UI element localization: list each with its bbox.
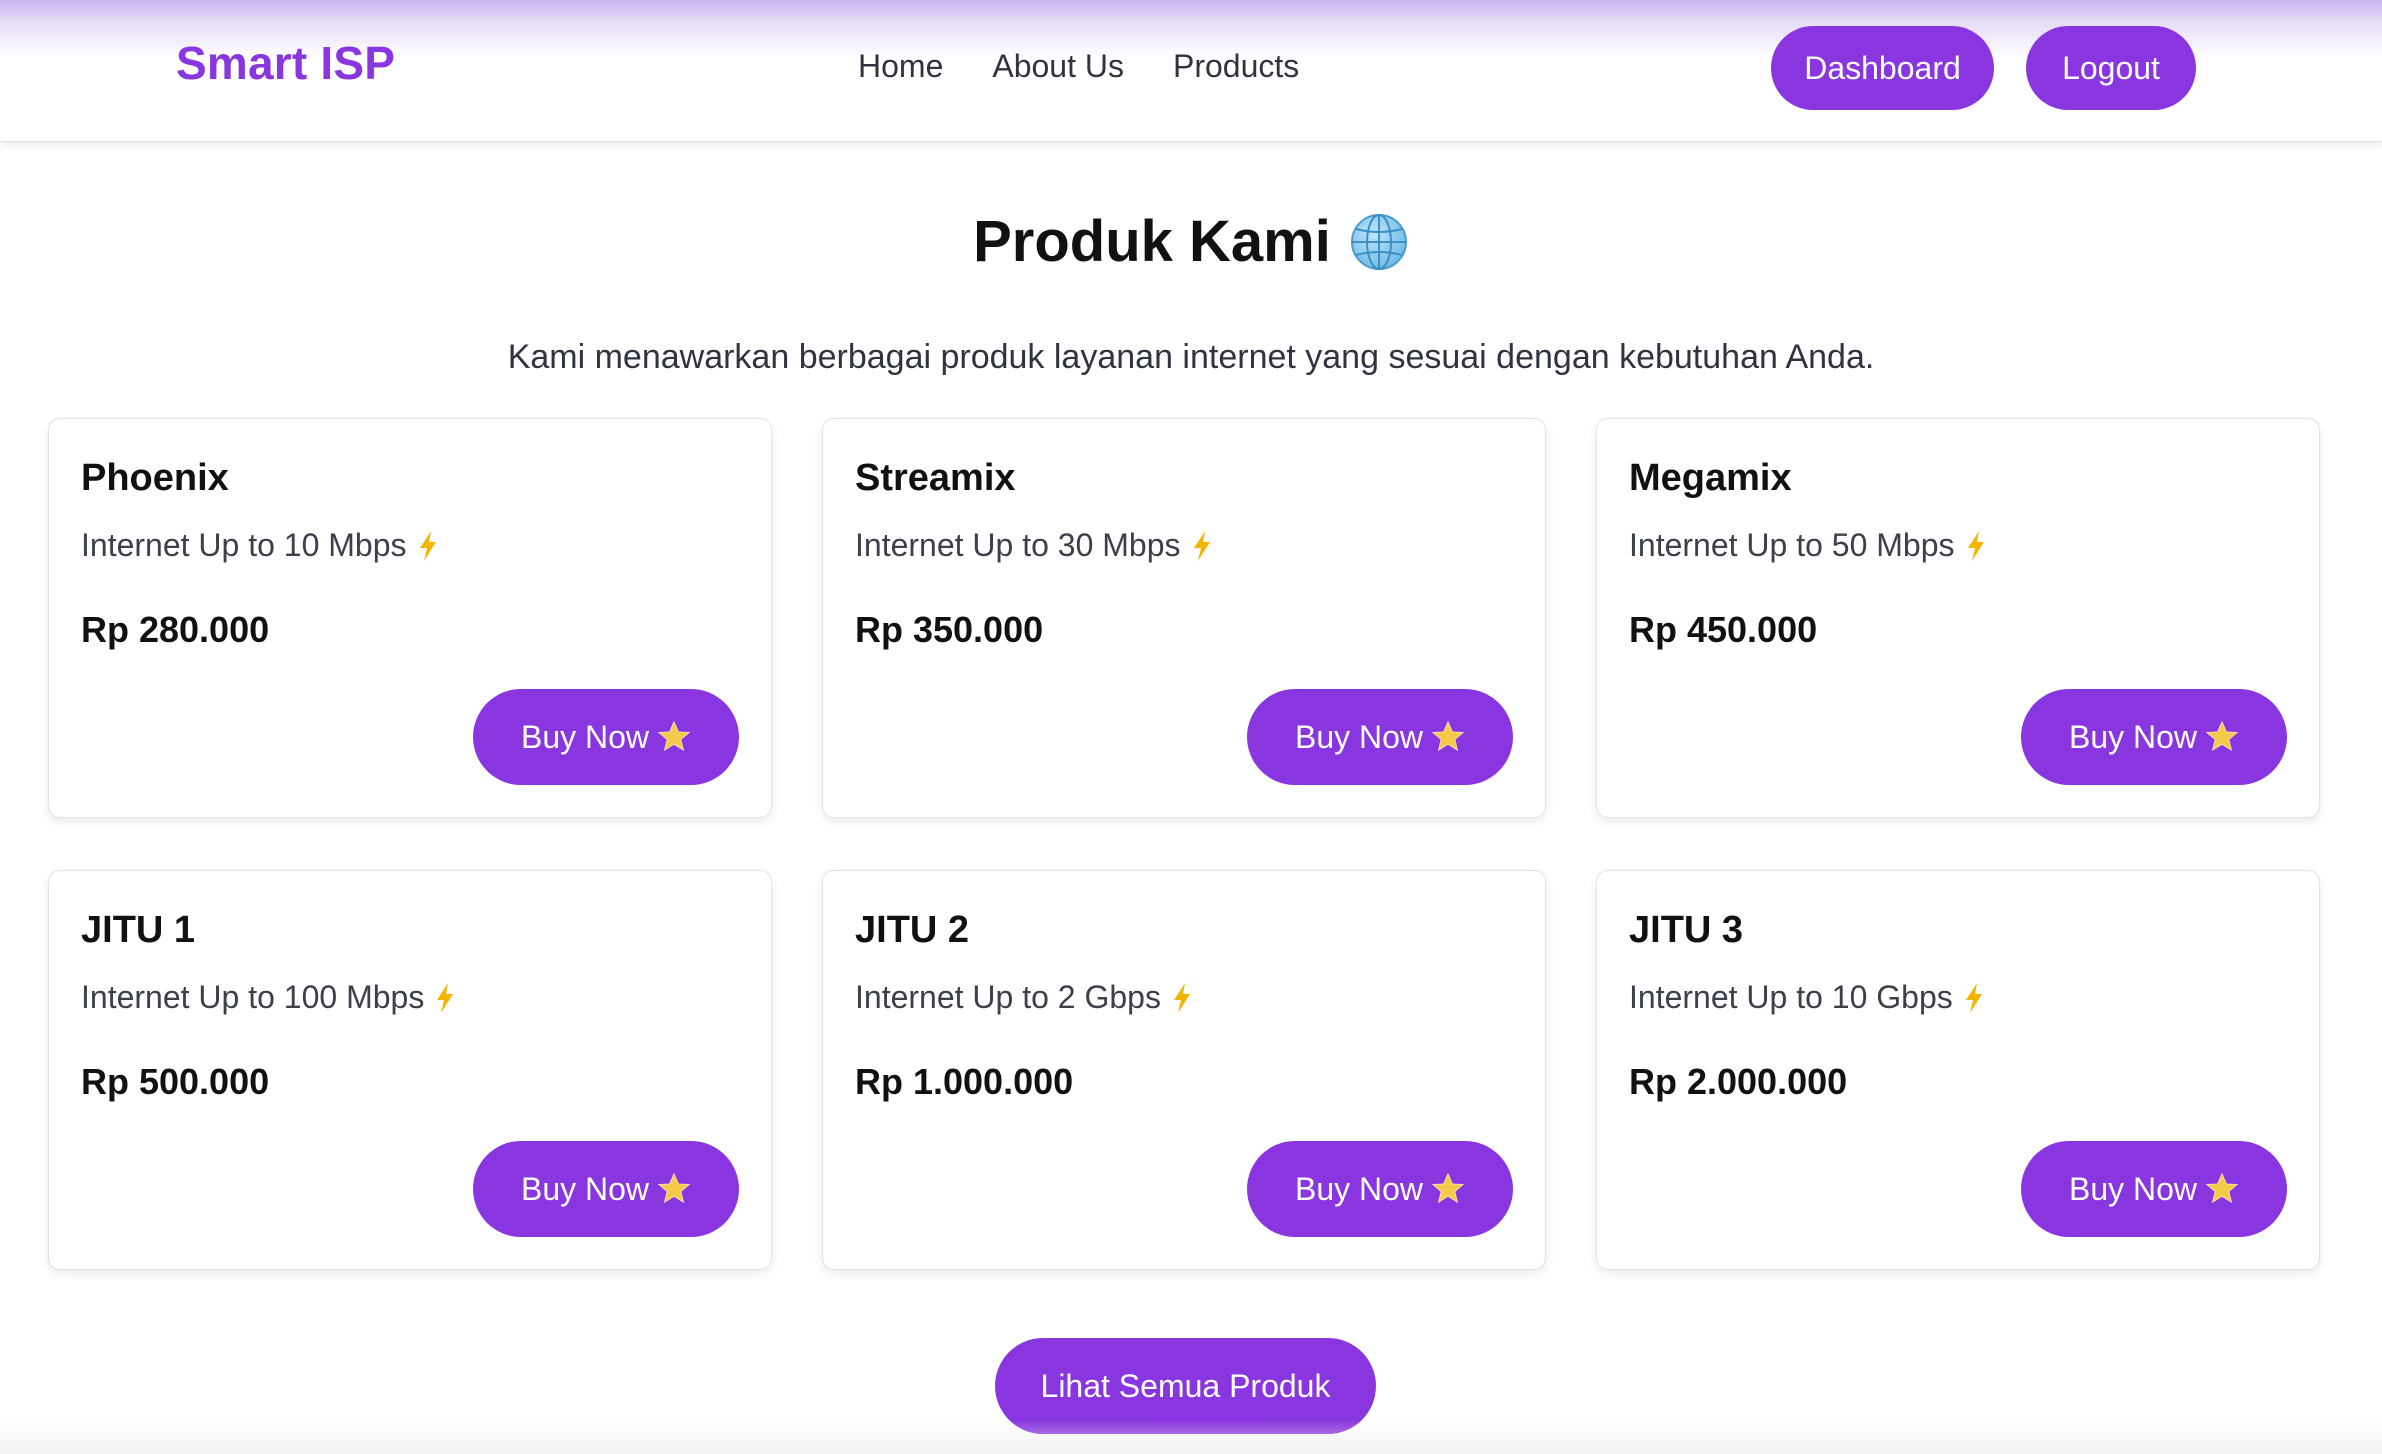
- main-nav: Home About Us Products: [858, 48, 1299, 85]
- lightning-bolt-icon: [1965, 530, 1987, 562]
- lightning-bolt-icon: [1171, 982, 1193, 1014]
- product-price: Rp 500.000: [81, 1061, 270, 1102]
- buy-now-button[interactable]: Buy Now: [473, 689, 739, 785]
- product-name: JITU 2: [855, 909, 970, 951]
- product-speed: Internet Up to 30 Mbps: [855, 527, 1213, 564]
- nav-home[interactable]: Home: [858, 48, 943, 85]
- page: Smart ISP Home About Us Products Dashboa…: [0, 0, 2382, 1454]
- brand-logo[interactable]: Smart ISP: [176, 36, 395, 90]
- product-price: Rp 280.000: [81, 609, 270, 650]
- section-title: Produk Kami: [973, 209, 1331, 274]
- product-card-megamix: Megamix Internet Up to 50 Mbps Rp 450.00…: [1596, 418, 2320, 818]
- product-card-streamix: Streamix Internet Up to 30 Mbps Rp 350.0…: [822, 418, 1546, 818]
- product-speed: Internet Up to 50 Mbps: [1629, 527, 1987, 564]
- product-speed-text: Internet Up to 30 Mbps: [855, 527, 1181, 563]
- dashboard-button[interactable]: Dashboard: [1771, 26, 1994, 110]
- product-speed-text: Internet Up to 50 Mbps: [1629, 527, 1955, 563]
- product-card-jitu-1: JITU 1 Internet Up to 100 Mbps Rp 500.00…: [48, 870, 772, 1270]
- product-speed: Internet Up to 2 Gbps: [855, 979, 1193, 1016]
- star-icon: [2205, 720, 2239, 754]
- star-icon: [1431, 720, 1465, 754]
- section-subtitle: Kami menawarkan berbagai produk layanan …: [507, 338, 1875, 376]
- buy-now-label: Buy Now: [1294, 718, 1424, 755]
- star-icon: [2205, 1172, 2239, 1206]
- buy-now-button[interactable]: Buy Now: [2021, 689, 2287, 785]
- buy-now-button[interactable]: Buy Now: [2021, 1141, 2287, 1237]
- product-card-phoenix: Phoenix Internet Up to 10 Mbps Rp 280.00…: [48, 418, 772, 818]
- lightning-bolt-icon: [1191, 530, 1213, 562]
- buy-now-button[interactable]: Buy Now: [1247, 1141, 1513, 1237]
- nav-about-us[interactable]: About Us: [992, 48, 1124, 85]
- product-speed-text: Internet Up to 2 Gbps: [855, 979, 1161, 1015]
- product-card-jitu-3: JITU 3 Internet Up to 10 Gbps Rp 2.000.0…: [1596, 870, 2320, 1270]
- buy-now-label: Buy Now: [520, 718, 650, 755]
- section-heading: Produk Kami: [0, 208, 2382, 275]
- logout-button[interactable]: Logout: [2026, 26, 2196, 110]
- lightning-bolt-icon: [417, 530, 439, 562]
- product-speed-text: Internet Up to 100 Mbps: [81, 979, 425, 1015]
- product-speed-text: Internet Up to 10 Gbps: [1629, 979, 1953, 1015]
- product-price: Rp 450.000: [1629, 609, 1818, 650]
- buy-now-label: Buy Now: [2068, 1170, 2198, 1207]
- buy-now-label: Buy Now: [1294, 1170, 1424, 1207]
- product-price: Rp 1.000.000: [855, 1061, 1074, 1102]
- product-name: Streamix: [855, 457, 1016, 499]
- product-speed: Internet Up to 10 Gbps: [1629, 979, 1985, 1016]
- nav-products[interactable]: Products: [1173, 48, 1299, 85]
- star-icon: [1431, 1172, 1465, 1206]
- buy-now-label: Buy Now: [2068, 718, 2198, 755]
- product-speed: Internet Up to 100 Mbps: [81, 979, 456, 1016]
- lightning-bolt-icon: [434, 982, 456, 1014]
- globe-icon: [1349, 212, 1409, 272]
- product-name: JITU 3: [1629, 909, 1744, 951]
- buy-now-label: Buy Now: [520, 1170, 650, 1207]
- product-speed: Internet Up to 10 Mbps: [81, 527, 439, 564]
- product-name: Megamix: [1629, 457, 1792, 499]
- product-card-jitu-2: JITU 2 Internet Up to 2 Gbps Rp 1.000.00…: [822, 870, 1546, 1270]
- star-icon: [657, 720, 691, 754]
- product-price: Rp 350.000: [855, 609, 1044, 650]
- star-icon: [657, 1172, 691, 1206]
- buy-now-button[interactable]: Buy Now: [473, 1141, 739, 1237]
- product-price: Rp 2.000.000: [1629, 1061, 1848, 1102]
- top-navbar: Smart ISP Home About Us Products Dashboa…: [0, 0, 2382, 142]
- product-name: JITU 1: [81, 909, 196, 951]
- view-all-products-button[interactable]: Lihat Semua Produk: [995, 1338, 1376, 1434]
- buy-now-button[interactable]: Buy Now: [1247, 689, 1513, 785]
- lightning-bolt-icon: [1963, 982, 1985, 1014]
- product-name: Phoenix: [81, 457, 229, 499]
- product-speed-text: Internet Up to 10 Mbps: [81, 527, 407, 563]
